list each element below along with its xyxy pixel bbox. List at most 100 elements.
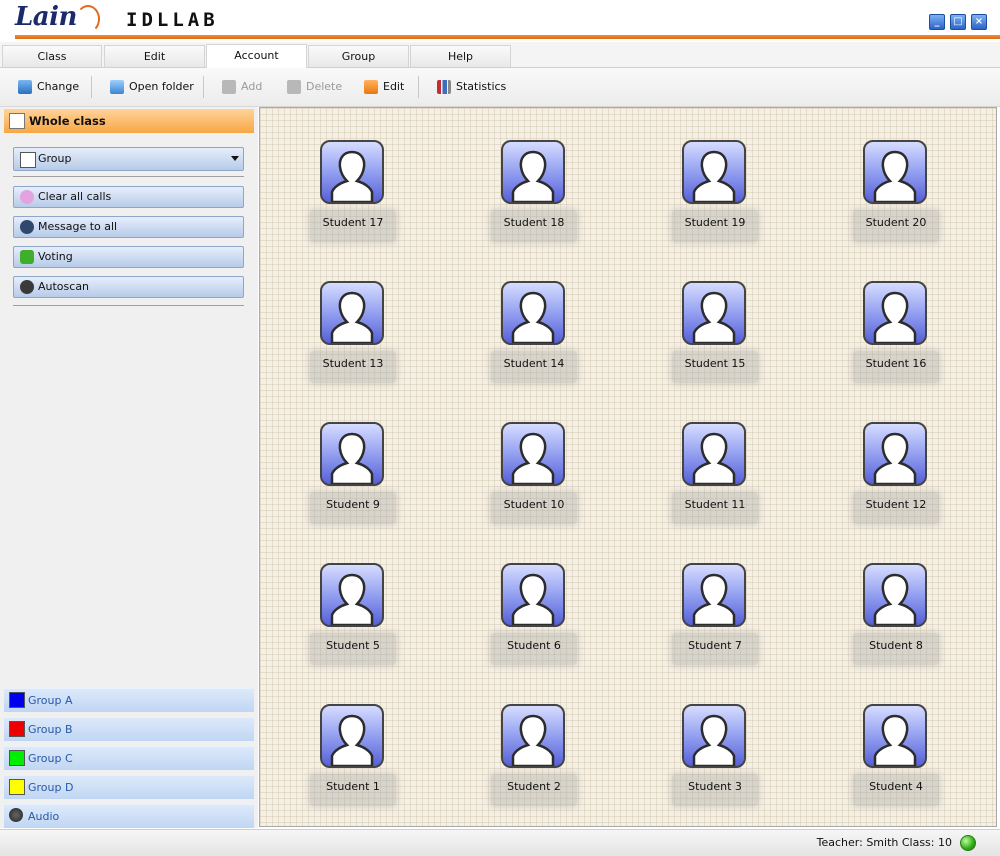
student-avatar-icon[interactable]: [320, 704, 384, 768]
student-tile[interactable]: Student 9: [310, 422, 396, 526]
voting-button[interactable]: Voting: [13, 246, 244, 268]
student-avatar-icon[interactable]: [501, 281, 565, 345]
maximize-button[interactable]: □: [950, 14, 966, 30]
student-avatar-icon[interactable]: [682, 140, 746, 204]
student-avatar-icon[interactable]: [863, 563, 927, 627]
change-label: Change: [37, 80, 80, 93]
group-select-value: Group: [38, 152, 72, 165]
student-name: Student 4: [869, 780, 923, 793]
autoscan-button[interactable]: Autoscan: [13, 276, 244, 298]
student-avatar-icon[interactable]: [320, 140, 384, 204]
menu-bar: Class Edit Account Group Help: [0, 42, 1000, 68]
sidebar-divider: [13, 305, 244, 306]
student-avatar-icon[interactable]: [501, 704, 565, 768]
student-avatar-icon[interactable]: [863, 140, 927, 204]
group-select[interactable]: Group: [13, 147, 244, 171]
student-avatar-icon[interactable]: [320, 563, 384, 627]
student-name: Student 3: [688, 780, 742, 793]
add-icon: [222, 80, 236, 94]
student-name: Student 1: [326, 780, 380, 793]
student-avatar-icon[interactable]: [320, 422, 384, 486]
edit-label: Edit: [383, 80, 405, 93]
student-tile[interactable]: Student 13: [310, 281, 396, 385]
student-name: Student 2: [507, 780, 561, 793]
student-tile[interactable]: Student 12: [853, 422, 939, 526]
student-avatar-icon[interactable]: [682, 281, 746, 345]
whole-class-header[interactable]: Whole class: [4, 109, 254, 133]
change-button[interactable]: Change: [18, 78, 79, 96]
student-tile[interactable]: Student 14: [491, 281, 577, 385]
student-avatar-icon[interactable]: [501, 563, 565, 627]
student-tile[interactable]: Student 5: [310, 563, 396, 667]
student-tile[interactable]: Student 16: [853, 281, 939, 385]
student-avatar-icon[interactable]: [682, 563, 746, 627]
student-avatar-icon[interactable]: [863, 281, 927, 345]
student-tile[interactable]: Student 11: [672, 422, 758, 526]
tab-group[interactable]: Group: [308, 45, 409, 67]
group-swatch: [20, 152, 36, 168]
open-folder-button[interactable]: Open folder: [110, 78, 194, 96]
student-name: Student 5: [326, 639, 380, 652]
student-tile[interactable]: Student 15: [672, 281, 758, 385]
student-name: Student 11: [684, 498, 746, 511]
student-tile[interactable]: Student 10: [491, 422, 577, 526]
student-tile[interactable]: Student 18: [491, 140, 577, 244]
title-divider: [15, 35, 1000, 39]
student-avatar-icon[interactable]: [863, 422, 927, 486]
sidebar-item-audio[interactable]: Audio: [4, 804, 254, 828]
change-icon: [18, 80, 32, 94]
tab-edit[interactable]: Edit: [104, 45, 205, 67]
sidebar-item-group-a[interactable]: Group A: [4, 688, 254, 712]
group-d-label: Group D: [28, 781, 74, 794]
student-avatar-icon[interactable]: [682, 704, 746, 768]
student-tile[interactable]: Student 17: [310, 140, 396, 244]
connection-status-icon: [960, 835, 976, 851]
student-tile[interactable]: Student 7: [672, 563, 758, 667]
student-name: Student 20: [865, 216, 927, 229]
student-avatar-icon[interactable]: [501, 140, 565, 204]
edit-icon: [364, 80, 378, 94]
delete-label: Delete: [306, 80, 343, 93]
statistics-label: Statistics: [456, 80, 507, 93]
whole-class-checkbox[interactable]: [9, 113, 25, 129]
sidebar-item-group-c[interactable]: Group C: [4, 746, 254, 770]
title-bar: Lain IDLLAB _ □ ×: [0, 0, 1000, 42]
student-name: Student 8: [869, 639, 923, 652]
student-name: Student 17: [322, 216, 384, 229]
message-icon: [20, 220, 34, 234]
status-bar: Teacher: Smith Class: 10: [0, 829, 1000, 856]
toolbar-separator: [418, 76, 419, 98]
group-d-swatch: [9, 779, 25, 795]
student-tile[interactable]: Student 1: [310, 704, 396, 808]
student-tile[interactable]: Student 6: [491, 563, 577, 667]
status-text: Teacher: Smith Class: 10: [816, 836, 952, 849]
message-to-all-label: Message to all: [38, 220, 118, 233]
clear-all-calls-button[interactable]: Clear all calls: [13, 186, 244, 208]
chevron-down-icon: [231, 156, 239, 161]
student-name: Student 18: [503, 216, 565, 229]
student-tile[interactable]: Student 8: [853, 563, 939, 667]
add-button[interactable]: Add: [222, 78, 262, 96]
edit-button[interactable]: Edit: [364, 78, 404, 96]
sidebar-item-group-d[interactable]: Group D: [4, 775, 254, 799]
student-tile[interactable]: Student 19: [672, 140, 758, 244]
tab-help[interactable]: Help: [410, 45, 511, 67]
minimize-button[interactable]: _: [929, 14, 945, 30]
student-avatar-icon[interactable]: [863, 704, 927, 768]
student-tile[interactable]: Student 3: [672, 704, 758, 808]
student-tile[interactable]: Student 2: [491, 704, 577, 808]
student-tile[interactable]: Student 4: [853, 704, 939, 808]
close-button[interactable]: ×: [971, 14, 987, 30]
sidebar-item-group-b[interactable]: Group B: [4, 717, 254, 741]
student-tile[interactable]: Student 20: [853, 140, 939, 244]
student-avatar-icon[interactable]: [501, 422, 565, 486]
student-avatar-icon[interactable]: [682, 422, 746, 486]
open-folder-label: Open folder: [129, 80, 194, 93]
delete-button[interactable]: Delete: [287, 78, 342, 96]
message-to-all-button[interactable]: Message to all: [13, 216, 244, 238]
tab-class[interactable]: Class: [2, 45, 102, 67]
statistics-button[interactable]: Statistics: [437, 78, 506, 96]
tab-account[interactable]: Account: [206, 44, 307, 68]
student-avatar-icon[interactable]: [320, 281, 384, 345]
folder-icon: [110, 80, 124, 94]
